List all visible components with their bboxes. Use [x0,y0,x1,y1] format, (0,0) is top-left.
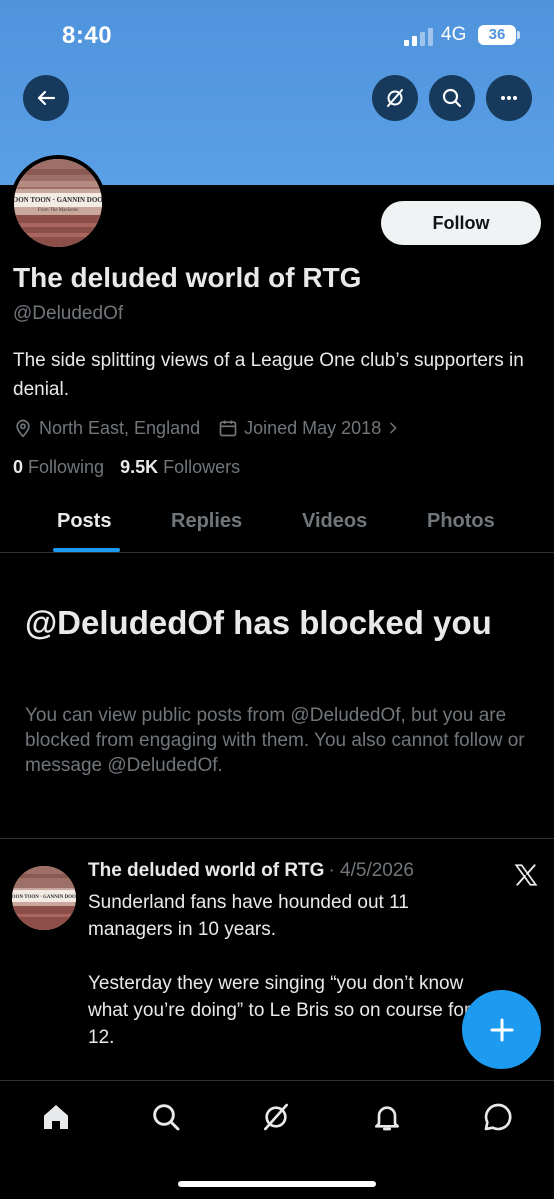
plus-icon [490,1018,513,1041]
blocked-message: You can view public posts from @DeludedO… [25,705,525,776]
divider [0,838,554,839]
grok-icon[interactable] [260,1101,292,1133]
post-body[interactable]: Sunderland fans have hounded out 11 mana… [88,889,498,1051]
grok-button[interactable] [372,75,418,121]
post-avatar[interactable]: TOON TOON · GANNIN DOON [12,866,76,930]
post-avatar-image: TOON TOON · GANNIN DOON [12,866,76,930]
location-text: North East, England [39,417,201,438]
profile-meta: North East, England Joined May 2018 [13,416,425,440]
follow-button[interactable]: Follow [381,201,541,245]
joined-date[interactable]: Joined May 2018 [218,418,407,439]
tab-posts[interactable]: Posts [57,510,111,533]
more-icon [501,96,517,100]
more-button[interactable] [486,75,532,121]
post-header: The deluded world of RTG · 4/5/2026 [88,860,414,882]
network-type: 4G [441,24,467,45]
tab-photos[interactable]: Photos [427,510,495,533]
svg-text:TOON TOON · GANNIN DOON: TOON TOON · GANNIN DOON [12,895,76,900]
location-pin-icon [16,419,30,438]
profile-handle: @DeludedOf [13,303,124,324]
svg-text:From The Mackems: From The Mackems [38,208,79,213]
svg-text:TOON TOON · GANNIN DOON: TOON TOON · GANNIN DOON [14,196,102,204]
status-bar: 8:40 4G 36 [0,0,554,70]
grok-icon [387,89,403,107]
status-time: 8:40 [62,22,113,49]
profile-avatar[interactable]: TOON TOON · GANNIN DOON From The Mackems [10,155,106,251]
blocked-title: @DeludedOf has blocked you [25,604,492,641]
followers-count: 9.5K [120,457,159,477]
post-date[interactable]: · 4/5/2026 [328,860,414,882]
location: North East, England [13,418,200,439]
followers-label: Followers [163,457,241,477]
back-button[interactable] [23,75,69,121]
joined-text: Joined May 2018 [244,417,382,438]
compose-button[interactable] [462,990,541,1069]
tab-videos[interactable]: Videos [302,510,367,533]
avatar-image: TOON TOON · GANNIN DOON From The Mackems [14,159,102,247]
chevron-right-icon [390,422,397,434]
tab-replies[interactable]: Replies [171,510,242,533]
message-icon[interactable] [482,1101,514,1133]
followers-link[interactable]: 9.5K Followers [120,457,240,478]
home-icon[interactable] [40,1101,72,1133]
follow-stats: 0 Following 9.5K Followers [13,457,256,478]
battery-tip [517,31,520,39]
following-label: Following [28,457,105,477]
battery-icon: 36 [478,25,516,45]
post-author[interactable]: The deluded world of RTG [88,860,324,882]
profile-bio: The side splitting views of a League One… [13,350,524,400]
bell-icon[interactable] [371,1101,403,1133]
home-indicator [178,1181,376,1187]
arrow-left-icon [37,90,56,106]
search-icon[interactable] [150,1101,182,1133]
search-icon [442,88,462,108]
following-count: 0 [13,457,24,477]
search-button[interactable] [429,75,475,121]
calendar-icon [219,420,237,437]
x-logo-icon [514,864,538,886]
profile-tabs: Posts Replies Videos Photos [0,495,554,553]
display-name: The deluded world of RTG [13,262,362,293]
active-tab-indicator [53,548,120,552]
following-link[interactable]: 0 Following [13,457,104,478]
signal-icon [404,28,433,46]
